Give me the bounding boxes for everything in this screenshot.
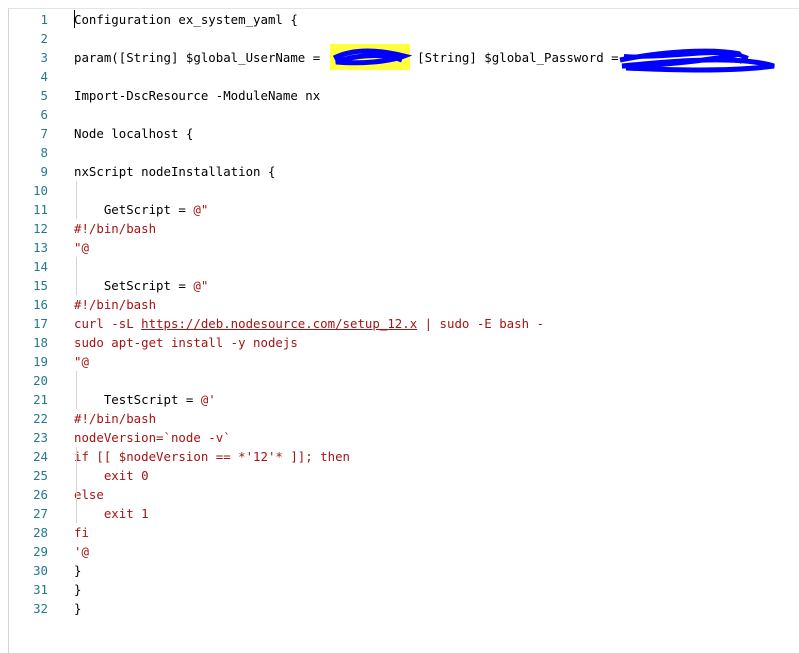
redaction-scribbles: [332, 48, 775, 73]
redaction-scribble-username: [332, 48, 413, 66]
code-editor[interactable]: 1 Configuration ex_system_yaml {2 3 param([…: [0, 0, 799, 653]
